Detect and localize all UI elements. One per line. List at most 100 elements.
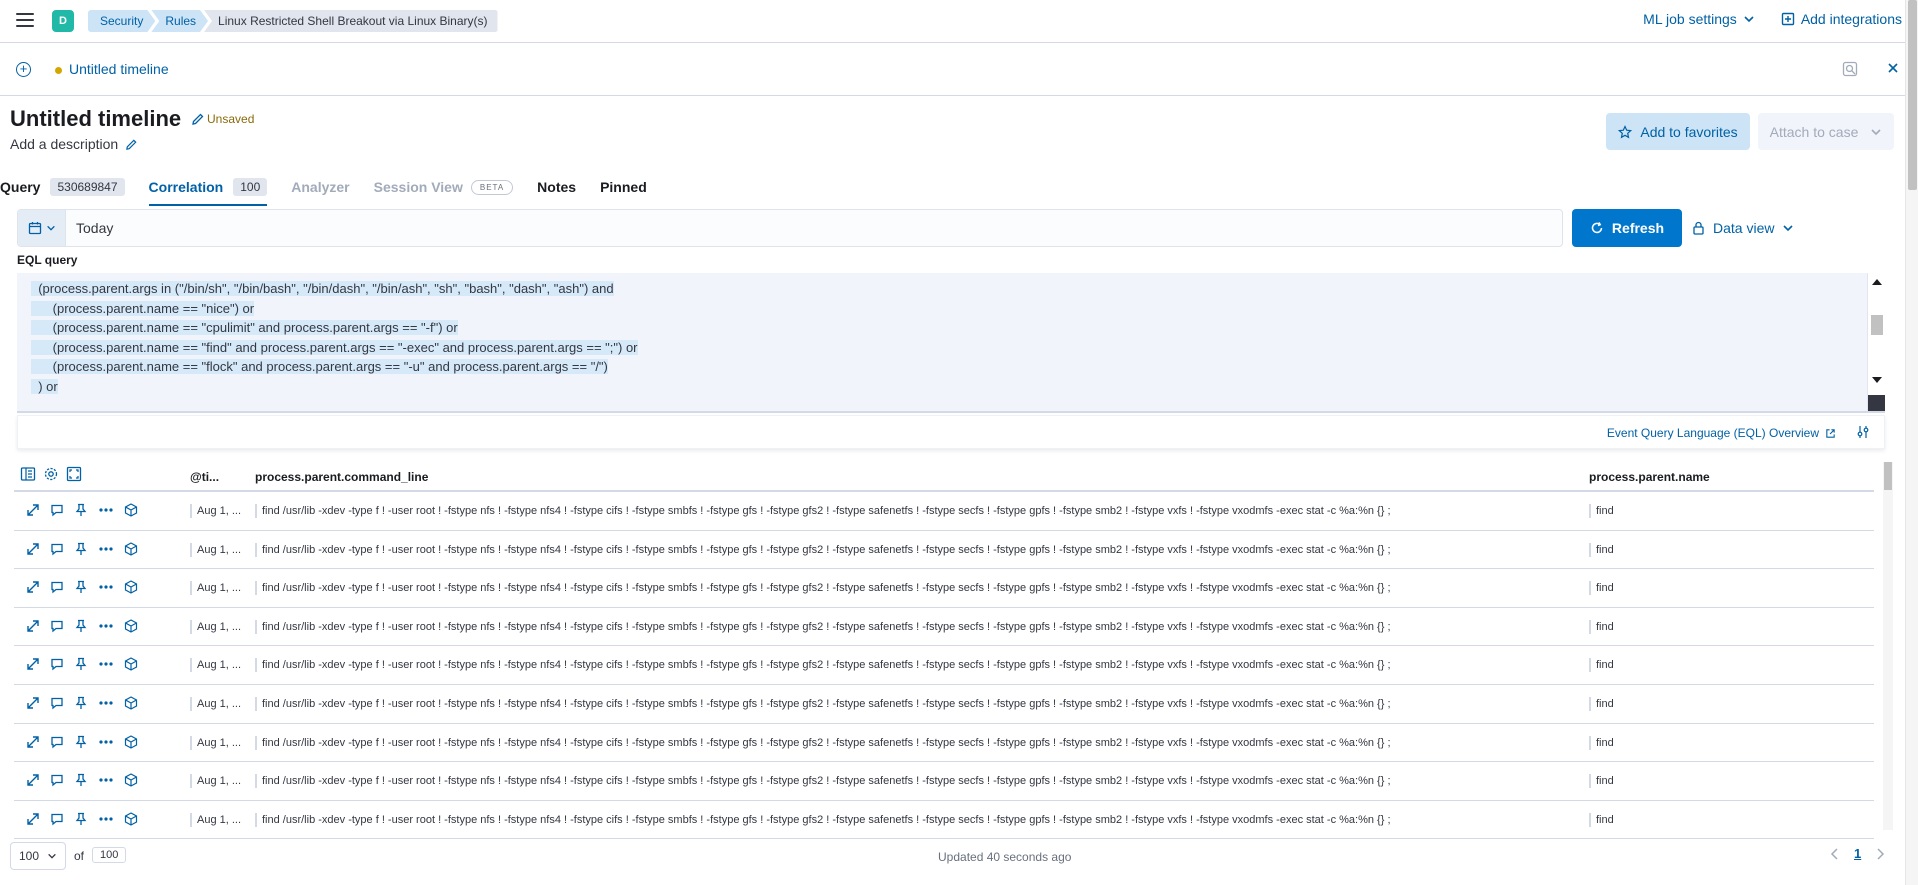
cell-timestamp[interactable]: Aug 1, ...: [190, 581, 241, 596]
cell-timestamp[interactable]: Aug 1, ...: [190, 735, 241, 750]
tab-query[interactable]: Query 530689847: [0, 168, 125, 206]
inspect-icon[interactable]: [1842, 61, 1858, 77]
cell-command-line[interactable]: find /usr/lib -xdev -type f ! -user root…: [255, 504, 1391, 518]
table-row[interactable]: Aug 1, ... find /usr/lib -xdev -type f ! …: [14, 724, 1874, 763]
pin-icon[interactable]: [74, 619, 88, 633]
expand-icon[interactable]: [26, 735, 40, 749]
comment-icon[interactable]: [50, 503, 64, 517]
pin-icon[interactable]: [74, 812, 88, 826]
comment-icon[interactable]: [50, 812, 64, 826]
expand-icon[interactable]: [26, 657, 40, 671]
cell-parent-name[interactable]: find: [1589, 696, 1614, 711]
chevron-right-icon[interactable]: [1875, 847, 1885, 860]
rows-per-page-select[interactable]: 100: [10, 842, 66, 870]
analyze-event-icon[interactable]: [124, 580, 138, 594]
pin-icon[interactable]: [74, 696, 88, 710]
column-header-command-line[interactable]: process.parent.command_line: [255, 470, 428, 484]
more-actions-icon[interactable]: [98, 773, 114, 787]
more-actions-icon[interactable]: [98, 657, 114, 671]
scroll-up-icon[interactable]: [1872, 279, 1882, 285]
tab-notes[interactable]: Notes: [537, 168, 576, 206]
cell-timestamp[interactable]: Aug 1, ...: [190, 774, 241, 789]
pin-icon[interactable]: [74, 735, 88, 749]
cell-timestamp[interactable]: Aug 1, ...: [190, 658, 241, 673]
cell-parent-name[interactable]: find: [1589, 735, 1614, 750]
cell-parent-name[interactable]: find: [1589, 774, 1614, 789]
breadcrumb-security[interactable]: Security: [88, 10, 155, 32]
menu-icon[interactable]: [16, 13, 34, 27]
ml-job-settings-button[interactable]: ML job settings: [1643, 11, 1755, 27]
table-row[interactable]: Aug 1, ... find /usr/lib -xdev -type f ! …: [14, 646, 1874, 685]
analyze-event-icon[interactable]: [124, 773, 138, 787]
pin-icon[interactable]: [74, 503, 88, 517]
more-actions-icon[interactable]: [98, 542, 114, 556]
more-actions-icon[interactable]: [98, 580, 114, 594]
expand-icon[interactable]: [26, 619, 40, 633]
comment-icon[interactable]: [50, 580, 64, 594]
analyze-event-icon[interactable]: [124, 657, 138, 672]
expand-icon[interactable]: [26, 542, 40, 556]
table-row[interactable]: Aug 1, ... find /usr/lib -xdev -type f ! …: [14, 492, 1874, 531]
scroll-thumb[interactable]: [1871, 315, 1883, 335]
table-row[interactable]: Aug 1, ... find /usr/lib -xdev -type f ! …: [14, 531, 1874, 570]
expand-icon[interactable]: [26, 696, 40, 710]
cell-command-line[interactable]: find /usr/lib -xdev -type f ! -user root…: [255, 658, 1391, 673]
page-scrollbar[interactable]: [1905, 0, 1918, 885]
comment-icon[interactable]: [50, 773, 64, 787]
comment-icon[interactable]: [50, 657, 64, 671]
cell-parent-name[interactable]: find: [1589, 504, 1614, 518]
pencil-icon[interactable]: [191, 112, 205, 126]
cell-command-line[interactable]: find /usr/lib -xdev -type f ! -user root…: [255, 774, 1391, 789]
cell-parent-name[interactable]: find: [1589, 658, 1614, 673]
eql-overview-link[interactable]: Event Query Language (EQL) Overview: [1607, 426, 1836, 440]
attach-to-case-button[interactable]: Attach to case: [1758, 113, 1894, 150]
table-row[interactable]: Aug 1, ... find /usr/lib -xdev -type f ! …: [14, 685, 1874, 724]
eql-query-textarea[interactable]: (process.parent.args in ("/bin/sh", "/bi…: [17, 273, 1885, 413]
cell-parent-name[interactable]: find: [1589, 619, 1614, 634]
cell-parent-name[interactable]: find: [1589, 542, 1614, 557]
table-row[interactable]: Aug 1, ... find /usr/lib -xdev -type f ! …: [14, 569, 1874, 608]
pin-icon[interactable]: [74, 773, 88, 787]
table-row[interactable]: Aug 1, ... find /usr/lib -xdev -type f ! …: [14, 762, 1874, 801]
cell-command-line[interactable]: find /usr/lib -xdev -type f ! -user root…: [255, 735, 1391, 750]
cell-command-line[interactable]: find /usr/lib -xdev -type f ! -user root…: [255, 696, 1391, 711]
more-actions-icon[interactable]: [98, 735, 114, 749]
analyze-event-icon[interactable]: [124, 503, 138, 517]
analyze-event-icon[interactable]: [124, 812, 138, 826]
more-actions-icon[interactable]: [98, 696, 114, 710]
pin-icon[interactable]: [74, 657, 88, 671]
resize-handle[interactable]: [1868, 395, 1885, 411]
page-number[interactable]: 1: [1854, 846, 1861, 861]
comment-icon[interactable]: [50, 696, 64, 710]
add-integrations-button[interactable]: Add integrations: [1781, 11, 1902, 27]
cell-parent-name[interactable]: find: [1589, 812, 1614, 827]
column-header-parent-name[interactable]: process.parent.name: [1589, 470, 1710, 484]
tab-correlation[interactable]: Correlation 100: [148, 168, 268, 206]
fields-browser-icon[interactable]: [20, 466, 36, 482]
analyze-event-icon[interactable]: [124, 541, 138, 556]
analyze-event-icon[interactable]: [124, 696, 138, 710]
date-range-value[interactable]: Today: [66, 220, 113, 236]
expand-icon[interactable]: [26, 580, 40, 594]
cell-timestamp[interactable]: Aug 1, ...: [190, 542, 241, 557]
add-to-favorites-button[interactable]: Add to favorites: [1606, 113, 1750, 150]
data-view-picker[interactable]: Data view: [1692, 209, 1794, 247]
more-actions-icon[interactable]: [98, 503, 114, 517]
cell-command-line[interactable]: find /usr/lib -xdev -type f ! -user root…: [255, 619, 1391, 634]
cell-command-line[interactable]: find /usr/lib -xdev -type f ! -user root…: [255, 812, 1391, 827]
cell-timestamp[interactable]: Aug 1, ...: [190, 696, 241, 711]
cell-timestamp[interactable]: Aug 1, ...: [190, 619, 241, 634]
quick-select-button[interactable]: [18, 210, 66, 246]
eql-settings-icon[interactable]: [1856, 425, 1870, 439]
cell-command-line[interactable]: find /usr/lib -xdev -type f ! -user root…: [255, 581, 1391, 596]
breadcrumb-rules[interactable]: Rules: [151, 10, 208, 32]
comment-icon[interactable]: [50, 735, 64, 749]
tab-pinned[interactable]: Pinned: [600, 168, 647, 206]
add-description-button[interactable]: Add a description: [10, 136, 138, 152]
chevron-left-icon[interactable]: [1830, 847, 1840, 860]
grid-scrollbar[interactable]: [1883, 462, 1893, 830]
close-icon[interactable]: [1886, 61, 1900, 75]
tab-session-view[interactable]: Session View BETA: [374, 168, 514, 206]
more-actions-icon[interactable]: [98, 619, 114, 633]
cell-parent-name[interactable]: find: [1589, 581, 1614, 596]
